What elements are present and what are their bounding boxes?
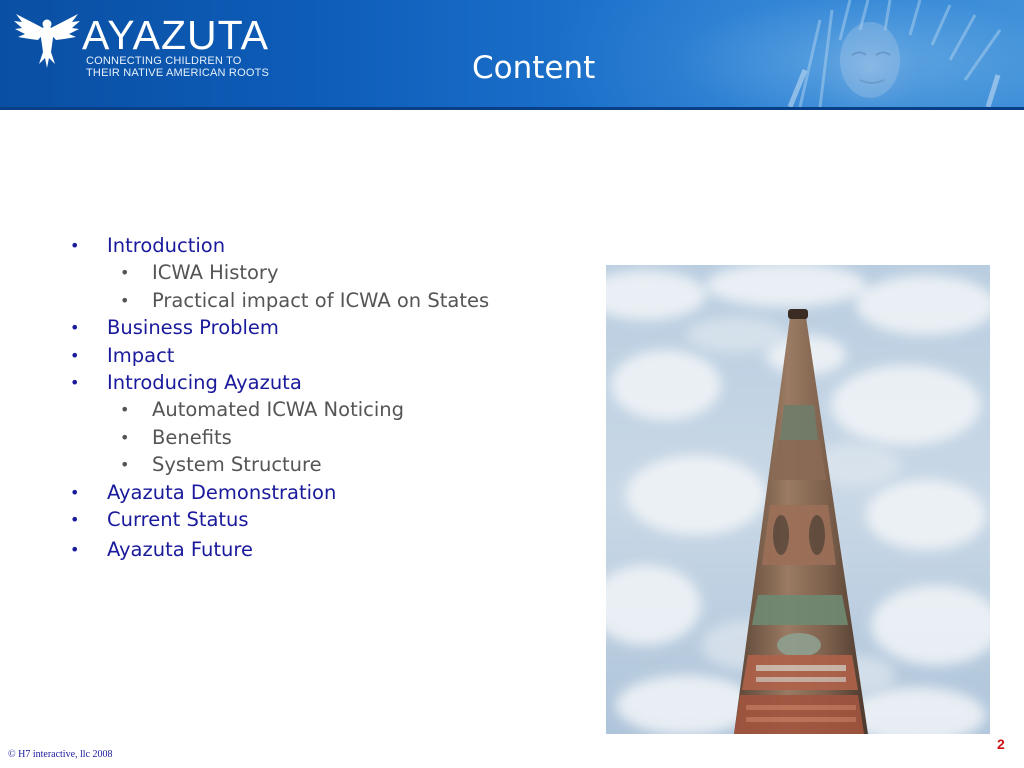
list-item: • Benefits (70, 424, 489, 451)
slide: AYAZUTA CONNECTING CHILDREN TO THEIR NAT… (0, 0, 1024, 768)
bullet-icon: • (70, 509, 80, 529)
list-item: • Practical impact of ICWA on States (70, 287, 489, 314)
list-item: • Current Status (70, 506, 489, 533)
outline-current-status: Current Status (107, 507, 249, 531)
bullet-icon: • (70, 372, 80, 392)
header-banner: AYAZUTA CONNECTING CHILDREN TO THEIR NAT… (0, 0, 1024, 110)
copyright-notice: © H7 interactive, llc 2008 (8, 749, 113, 760)
eagle-logo-icon (14, 14, 80, 68)
outline-demonstration: Ayazuta Demonstration (107, 480, 337, 504)
bullet-icon: • (70, 236, 80, 255)
list-item: • System Structure (70, 451, 489, 478)
outline-impact: Impact (107, 343, 175, 367)
page-number: 2 (997, 736, 1005, 752)
outline-system-structure: System Structure (152, 453, 322, 477)
list-item: • ICWA History (70, 259, 489, 286)
outline-introduction: Introduction (107, 234, 226, 257)
bullet-icon: • (120, 263, 130, 283)
outline-business-problem: Business Problem (107, 316, 279, 340)
list-item: • Automated ICWA Noticing (70, 396, 489, 423)
list-item: • Introducing Ayazuta (70, 369, 489, 396)
bullet-icon: • (70, 540, 80, 560)
header-divider (0, 107, 1024, 110)
ayazuta-logo: AYAZUTA CONNECTING CHILDREN TO THEIR NAT… (12, 10, 302, 90)
outline-future: Ayazuta Future (107, 538, 253, 562)
outline-introducing-ayazuta: Introducing Ayazuta (107, 370, 302, 394)
bullet-icon: • (120, 290, 130, 310)
list-item: • Ayazuta Demonstration (70, 479, 489, 506)
bullet-icon: • (120, 400, 130, 420)
totem-pole-photo (606, 265, 990, 734)
bullet-icon: • (70, 318, 80, 338)
bullet-icon: • (70, 482, 80, 502)
content-outline: • Introduction • ICWA History • Practica… (70, 232, 489, 564)
outline-benefits: Benefits (152, 425, 232, 449)
chief-portrait-image (787, 0, 1002, 107)
logo-tagline-line1: CONNECTING CHILDREN TO (86, 55, 242, 67)
outline-icwa-history: ICWA History (152, 261, 279, 285)
list-item: • Ayazuta Future (70, 536, 489, 563)
logo-wordmark: AYAZUTA (82, 12, 269, 58)
bullet-icon: • (120, 455, 130, 475)
bullet-icon: • (70, 345, 80, 365)
outline-practical-impact: Practical impact of ICWA on States (152, 288, 490, 312)
bullet-icon: • (120, 427, 130, 447)
list-item: • Impact (70, 342, 489, 369)
list-item: • Business Problem (70, 314, 489, 341)
outline-automated-noticing: Automated ICWA Noticing (152, 398, 405, 422)
list-item: • Introduction (70, 232, 489, 259)
logo-tagline-line2: THEIR NATIVE AMERICAN ROOTS (86, 67, 270, 79)
slide-title: Content (472, 50, 596, 86)
